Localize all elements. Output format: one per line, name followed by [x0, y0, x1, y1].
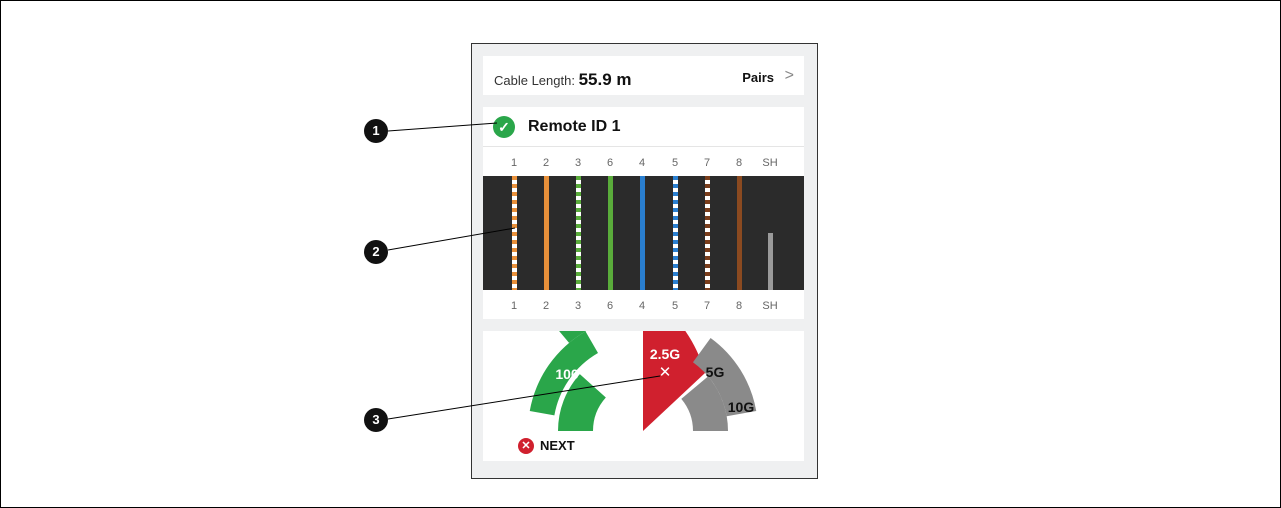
- callout-2: 2: [364, 240, 388, 264]
- callout-lines: [387, 122, 661, 420]
- callout-1: 1: [364, 119, 388, 143]
- callout-line-2: [387, 227, 516, 251]
- callout-line-1: [387, 122, 498, 132]
- callout-line-3: [387, 375, 661, 420]
- callout-3: 3: [364, 408, 388, 432]
